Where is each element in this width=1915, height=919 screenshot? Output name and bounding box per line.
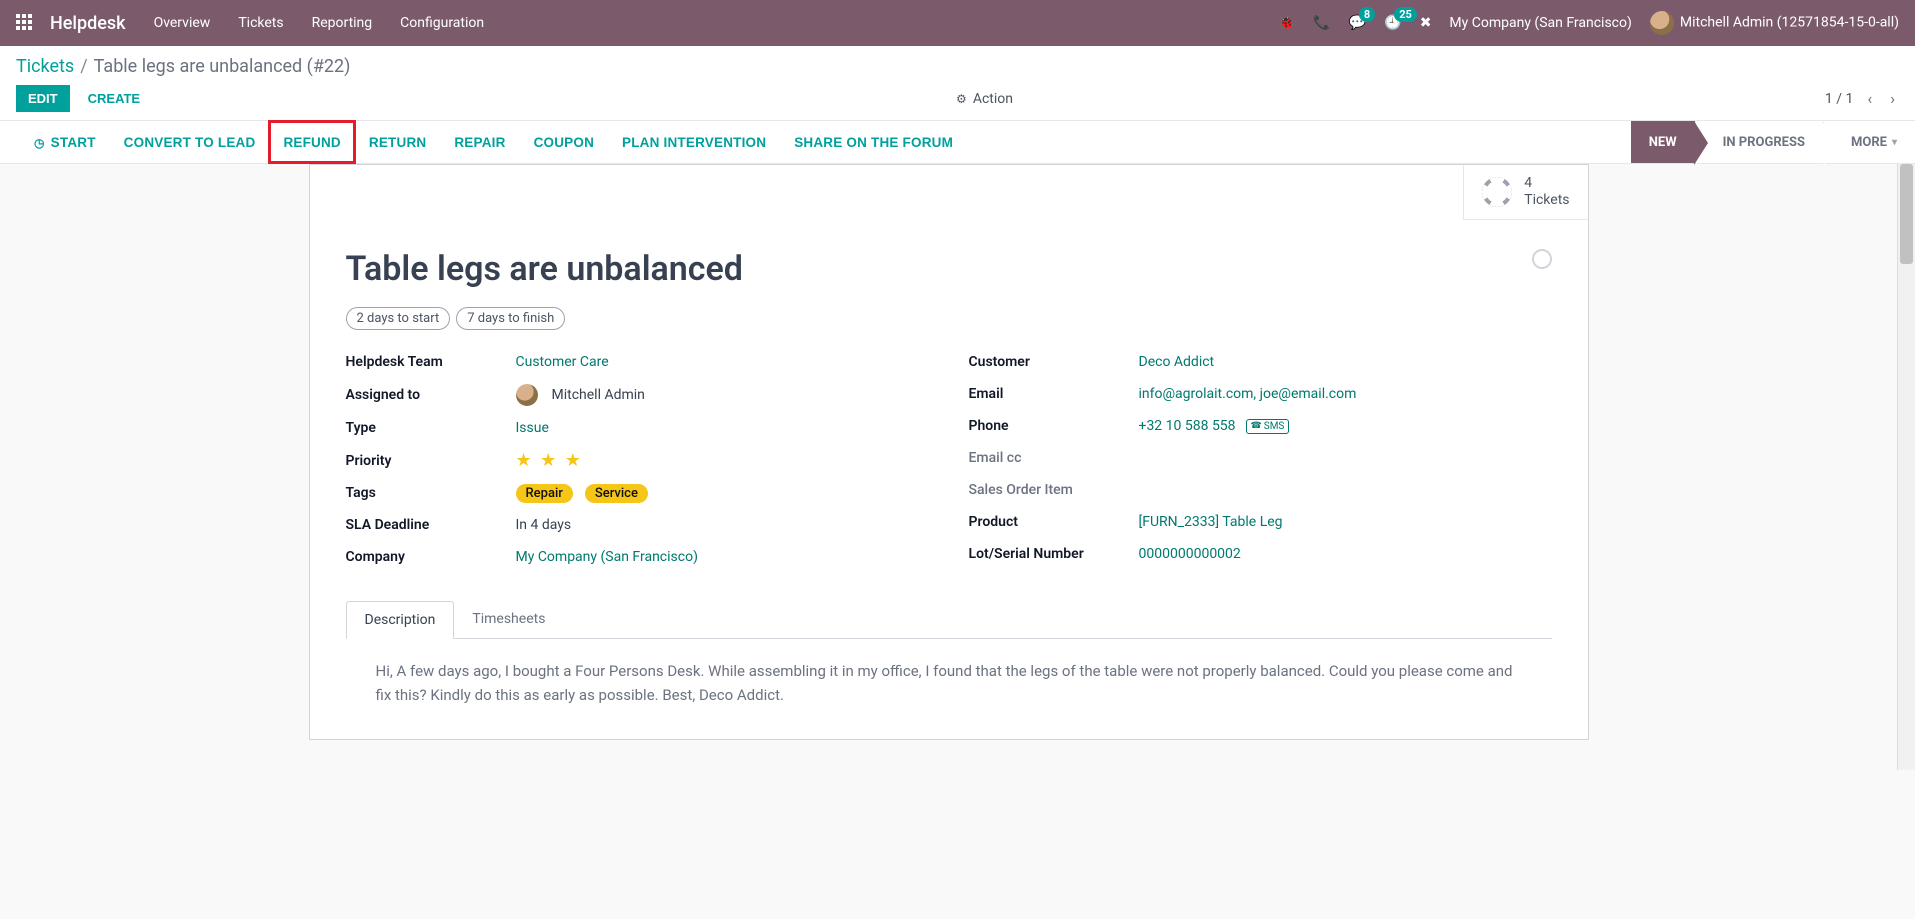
pager-next-icon[interactable]: ›: [1886, 85, 1899, 112]
stage-new[interactable]: NEW: [1631, 121, 1695, 163]
pager-value: 1 / 1: [1825, 91, 1853, 107]
value-email[interactable]: info@agrolait.com, joe@email.com: [1139, 386, 1357, 402]
breadcrumb-sep: /: [80, 56, 87, 77]
nav-reporting[interactable]: Reporting: [312, 15, 373, 31]
sla-pill: 7 days to finish: [456, 307, 565, 330]
priority-stars[interactable]: ★ ★ ★: [516, 450, 929, 471]
value-assigned: Mitchell Admin: [552, 387, 645, 403]
repair-button[interactable]: REPAIR: [440, 121, 519, 163]
label-team: Helpdesk Team: [346, 354, 516, 370]
main-content: 4Tickets Table legs are unbalanced 2 day…: [0, 164, 1897, 770]
pager: 1 / 1 ‹ ›: [1825, 85, 1899, 112]
label-email: Email: [969, 386, 1139, 402]
value-company[interactable]: My Company (San Francisco): [516, 549, 698, 565]
return-button[interactable]: RETURN: [355, 121, 440, 163]
sla-pill: 2 days to start: [346, 307, 451, 330]
actions-row: EDIT CREATE Action 1 / 1 ‹ ›: [16, 85, 1899, 112]
label-type: Type: [346, 420, 516, 436]
messages-icon[interactable]: 💬8: [1349, 15, 1366, 31]
value-deadline: In 4 days: [516, 517, 929, 533]
value-product[interactable]: [FURN_2333] Table Leg: [1139, 514, 1283, 530]
description-body: Hi, A few days ago, I bought a Four Pers…: [346, 639, 1552, 715]
tickets-stat-button[interactable]: 4Tickets: [1463, 165, 1587, 220]
user-menu[interactable]: Mitchell Admin (12571854-15-0-all): [1650, 11, 1899, 35]
app-brand[interactable]: Helpdesk: [50, 13, 126, 34]
user-name: Mitchell Admin (12571854-15-0-all): [1680, 15, 1899, 31]
tag-service[interactable]: Service: [585, 484, 648, 503]
share-forum-button[interactable]: SHARE ON THE FORUM: [780, 121, 967, 163]
messages-badge: 8: [1359, 7, 1375, 22]
avatar-icon: [1650, 11, 1674, 35]
phone-icon[interactable]: 📞: [1313, 15, 1330, 31]
label-deadline: SLA Deadline: [346, 517, 516, 533]
stage-in-progress[interactable]: IN PROGRESS: [1695, 121, 1823, 163]
refund-button[interactable]: REFUND: [269, 121, 354, 163]
chevron-down-icon: ▾: [1892, 137, 1897, 148]
sla-pills: 2 days to start 7 days to finish: [346, 307, 1552, 330]
plan-intervention-button[interactable]: PLAN INTERVENTION: [608, 121, 780, 163]
stage-more[interactable]: MORE▾: [1823, 121, 1915, 163]
nav-configuration[interactable]: Configuration: [400, 15, 484, 31]
value-customer[interactable]: Deco Addict: [1139, 354, 1215, 370]
kanban-state-icon[interactable]: [1532, 249, 1552, 269]
control-panel: Tickets / Table legs are unbalanced (#22…: [0, 46, 1915, 120]
sms-button[interactable]: SMS: [1246, 419, 1290, 434]
status-bar: START CONVERT TO LEAD REFUND RETURN REPA…: [0, 120, 1915, 164]
label-phone: Phone: [969, 418, 1139, 434]
lifering-icon: [1482, 177, 1512, 207]
pager-prev-icon[interactable]: ‹: [1863, 85, 1876, 112]
tools-icon[interactable]: ✖: [1420, 15, 1432, 31]
label-emailcc: Email cc: [969, 450, 1139, 466]
tickets-count: 4: [1524, 175, 1569, 192]
breadcrumb-current: Table legs are unbalanced (#22): [94, 56, 351, 77]
top-nav: Overview Tickets Reporting Configuration: [154, 15, 1278, 31]
tickets-label: Tickets: [1524, 192, 1569, 209]
value-lot[interactable]: 0000000000002: [1139, 546, 1241, 562]
label-priority: Priority: [346, 453, 516, 469]
ticket-title: Table legs are unbalanced: [346, 249, 743, 289]
avatar-icon: [516, 384, 538, 406]
create-button[interactable]: CREATE: [84, 85, 144, 112]
breadcrumb: Tickets / Table legs are unbalanced (#22…: [16, 56, 1899, 77]
label-assigned: Assigned to: [346, 387, 516, 403]
bug-icon[interactable]: 🐞: [1278, 15, 1295, 31]
coupon-button[interactable]: COUPON: [520, 121, 608, 163]
value-team[interactable]: Customer Care: [516, 354, 609, 370]
topbar: Helpdesk Overview Tickets Reporting Conf…: [0, 0, 1915, 46]
action-dropdown[interactable]: Action: [956, 91, 1013, 107]
tab-timesheets[interactable]: Timesheets: [454, 601, 563, 638]
edit-button[interactable]: EDIT: [16, 85, 70, 112]
notebook-tabs: Description Timesheets: [346, 601, 1552, 639]
breadcrumb-root[interactable]: Tickets: [16, 56, 74, 77]
stage-bar: NEW IN PROGRESS MORE▾: [1631, 121, 1915, 163]
company-selector[interactable]: My Company (San Francisco): [1449, 15, 1631, 31]
topbar-right: 🐞 📞 💬8 🕘25 ✖ My Company (San Francisco) …: [1278, 11, 1899, 35]
label-lot: Lot/Serial Number: [969, 546, 1139, 562]
nav-tickets[interactable]: Tickets: [238, 15, 283, 31]
apps-icon[interactable]: [16, 14, 34, 32]
form-sheet: 4Tickets Table legs are unbalanced 2 day…: [309, 164, 1589, 740]
scrollbar[interactable]: ▲: [1897, 164, 1915, 770]
value-type[interactable]: Issue: [516, 420, 549, 436]
convert-to-lead-button[interactable]: CONVERT TO LEAD: [110, 121, 270, 163]
tag-repair[interactable]: Repair: [516, 484, 573, 503]
tab-description[interactable]: Description: [346, 601, 455, 639]
label-customer: Customer: [969, 354, 1139, 370]
activities-badge: 25: [1394, 7, 1417, 22]
value-phone[interactable]: +32 10 588 558: [1139, 418, 1236, 434]
label-soi: Sales Order Item: [969, 482, 1139, 498]
label-tags: Tags: [346, 485, 516, 501]
nav-overview[interactable]: Overview: [154, 15, 211, 31]
label-company: Company: [346, 549, 516, 565]
start-button[interactable]: START: [20, 121, 110, 163]
scrollbar-thumb[interactable]: [1900, 164, 1913, 264]
activities-icon[interactable]: 🕘25: [1384, 15, 1401, 31]
label-product: Product: [969, 514, 1139, 530]
